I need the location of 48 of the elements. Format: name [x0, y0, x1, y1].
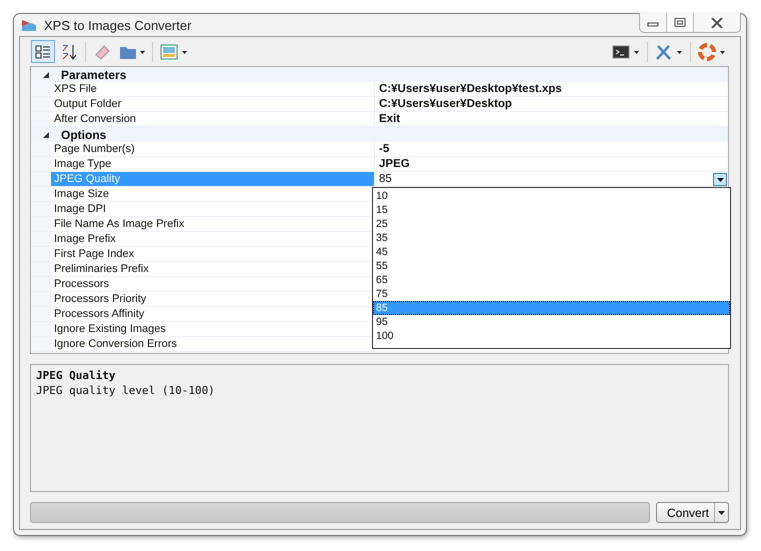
close-icon [710, 18, 724, 28]
dropdown-button[interactable] [713, 173, 727, 186]
property-name[interactable]: Image Prefix [51, 232, 375, 246]
categorized-button[interactable] [31, 40, 55, 63]
dropdown-option[interactable]: 65 [373, 273, 730, 287]
dropdown-option[interactable]: 35 [373, 231, 730, 245]
dropdown-option[interactable]: 15 [373, 203, 730, 217]
dropdown-option[interactable]: 10 [373, 189, 730, 203]
property-name[interactable]: Output Folder [51, 97, 375, 111]
dropdown-option[interactable]: 75 [373, 287, 730, 301]
property-value: JPEG [379, 158, 410, 170]
property-name[interactable]: Image DPI [51, 202, 375, 216]
property-value: Exit [379, 113, 400, 125]
property-name[interactable]: XPS File [51, 82, 375, 96]
maximize-icon [674, 18, 686, 28]
dropdown-option[interactable]: 95 [373, 315, 730, 329]
property-name[interactable]: Image Type [51, 157, 375, 171]
property-value: 85 [379, 173, 392, 185]
property-name[interactable]: Ignore Existing Images [51, 322, 375, 336]
window-title: XPS to Images Converter [44, 18, 192, 32]
property-name[interactable]: Page Number(s) [51, 142, 375, 156]
property-name[interactable]: Ignore Conversion Errors [51, 337, 375, 351]
property-name[interactable]: File Name As Image Prefix [51, 217, 375, 231]
caret-icon [716, 178, 724, 182]
property-name[interactable]: Preliminaries Prefix [51, 262, 375, 276]
description-text: JPEG quality level (10-100) [36, 384, 216, 397]
collapse-icon[interactable] [42, 130, 50, 138]
property-value: C:¥Users¥user¥Desktop [379, 98, 512, 110]
convert-button[interactable]: Convert [656, 502, 729, 523]
property-name[interactable]: Processors [51, 277, 375, 291]
property-value: -5 [379, 143, 390, 155]
list-icon [34, 42, 52, 60]
collapse-icon[interactable] [42, 70, 50, 78]
category-header[interactable]: Options [61, 128, 106, 142]
dropdown-option[interactable]: 45 [373, 245, 730, 259]
property-value: C:¥Users¥user¥Desktop¥test.xps [379, 83, 562, 95]
property-name[interactable]: Processors Priority [51, 292, 375, 306]
dropdown-option[interactable]: 100 [373, 329, 730, 343]
property-name[interactable]: Processors Affinity [51, 307, 375, 321]
property-name[interactable]: Image Size [51, 187, 375, 201]
dropdown-option[interactable]: 55 [373, 259, 730, 273]
caret-icon [718, 510, 725, 514]
dropdown-option[interactable]: 25 [373, 217, 730, 231]
app-icon [21, 18, 37, 32]
property-name[interactable]: After Conversion [51, 112, 375, 126]
category-header[interactable]: Parameters [61, 68, 126, 82]
description-title: JPEG Quality [36, 369, 116, 382]
property-name[interactable]: First Page Index [51, 247, 375, 261]
